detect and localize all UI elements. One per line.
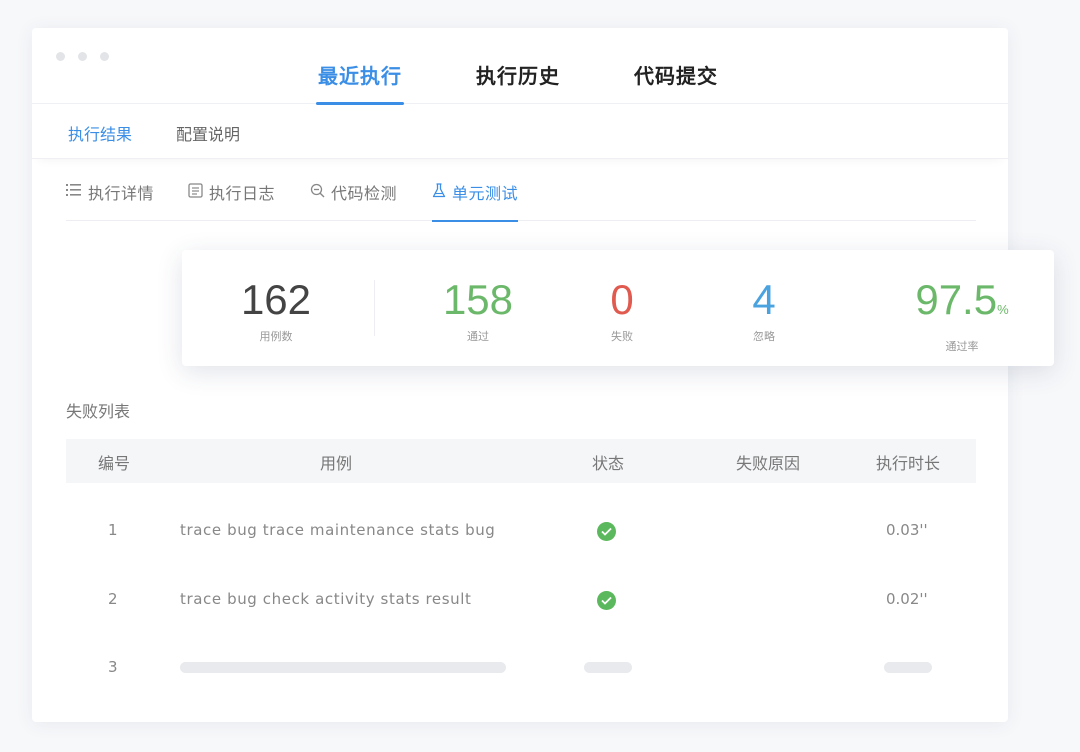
tab-run-log[interactable]: 执行日志	[188, 180, 275, 221]
loading-placeholder	[884, 662, 932, 673]
stat-passed-label: 通过	[467, 330, 489, 343]
stat-ignored: 4 忽略	[724, 276, 804, 344]
inner-tab-bar: 执行详情 执行日志 代码检测 单元测试	[66, 180, 976, 222]
tab-unit-tests[interactable]: 单元测试	[432, 180, 519, 222]
check-circle-icon	[597, 522, 616, 541]
stat-total-value: 162	[240, 276, 312, 323]
tab-run-details[interactable]: 执行详情	[66, 180, 154, 221]
top-tab-bar: 最近执行 执行历史 代码提交	[32, 28, 1008, 105]
tab-label: 代码检测	[331, 184, 398, 203]
tab-code-commits[interactable]: 代码提交	[634, 60, 718, 104]
stat-ignored-value: 4	[752, 276, 776, 323]
column-header-id: 编号	[98, 454, 131, 473]
row-duration: 0.03''	[886, 521, 928, 539]
stat-pass-rate-unit: %	[997, 302, 1009, 317]
tab-code-check[interactable]: 代码检测	[310, 180, 397, 221]
column-header-case: 用例	[320, 454, 353, 473]
stat-pass-rate: 97.5% 通过率	[900, 276, 1024, 354]
tab-run-history[interactable]: 执行历史	[476, 60, 560, 104]
table-row[interactable]: 1 trace bug trace maintenance stats bug …	[66, 496, 976, 564]
stat-passed-value: 158	[442, 276, 514, 323]
stat-ignored-label: 忽略	[753, 330, 775, 343]
stat-total-label: 用例数	[259, 330, 293, 343]
row-case-name: trace bug trace maintenance stats bug	[180, 521, 496, 539]
list-icon	[66, 184, 81, 196]
sub-tab-bar: 执行结果 配置说明	[32, 105, 1008, 159]
stat-pass-rate-number: 97.5	[915, 276, 998, 323]
table-row[interactable]: 3	[66, 632, 976, 700]
row-id: 3	[108, 658, 118, 676]
stat-pass-rate-value: 97.5%	[900, 276, 1024, 334]
stat-failed: 0 失败	[582, 276, 662, 344]
row-id: 2	[108, 590, 118, 608]
log-icon	[188, 183, 203, 198]
check-circle-icon	[597, 591, 616, 610]
column-header-duration: 执行时长	[876, 454, 941, 473]
loading-placeholder	[584, 662, 632, 673]
table-row[interactable]: 2 trace bug check activity stats result …	[66, 564, 976, 632]
row-duration: 0.02''	[886, 590, 928, 608]
tab-recent-runs[interactable]: 最近执行	[316, 60, 404, 105]
row-id: 1	[108, 521, 118, 539]
tab-config-notes[interactable]: 配置说明	[176, 121, 240, 145]
search-minus-icon	[310, 183, 325, 198]
row-case-name: trace bug check activity stats result	[180, 590, 472, 608]
table-header: 编号 用例 状态 失败原因 执行时长	[66, 439, 976, 483]
stat-pass-rate-label: 通过率	[945, 340, 979, 353]
tab-run-results[interactable]: 执行结果	[68, 121, 132, 145]
tab-label: 单元测试	[452, 184, 519, 203]
column-header-status: 状态	[592, 454, 625, 473]
loading-placeholder	[180, 662, 506, 673]
test-stats-card: 162 用例数 158 通过 0 失败 4 忽略 97.5% 通过率	[182, 250, 1054, 366]
stat-failed-label: 失败	[611, 330, 633, 343]
flask-icon	[432, 183, 446, 198]
app-window: 最近执行 执行历史 代码提交 执行结果 配置说明 执行详情 执行日志 代码检测 …	[32, 28, 1008, 722]
tab-label: 执行日志	[209, 184, 276, 203]
stat-total: 162 用例数	[222, 276, 330, 344]
stat-failed-value: 0	[610, 276, 634, 323]
stat-passed: 158 通过	[424, 276, 532, 344]
stat-divider	[374, 280, 375, 336]
tab-label: 执行详情	[88, 184, 155, 203]
column-header-failure-reason: 失败原因	[736, 454, 801, 473]
failure-list-title: 失败列表	[66, 402, 131, 421]
